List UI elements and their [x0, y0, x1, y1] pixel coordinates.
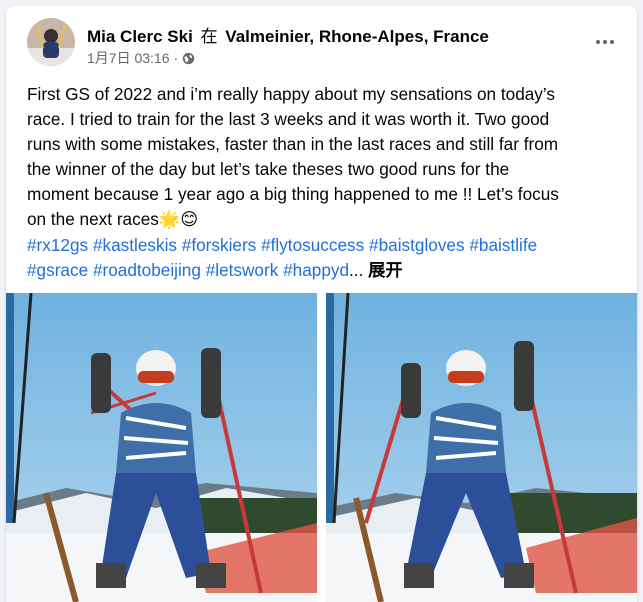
hashtag-link[interactable]: #happyd — [283, 260, 349, 280]
globe-icon[interactable] — [182, 52, 195, 65]
ski-racer-photo — [326, 293, 637, 602]
post-text-line: on the next races — [27, 209, 159, 229]
post-timestamp[interactable]: 1月7日 03:16 — [87, 48, 170, 68]
hashtag-link[interactable]: #baistgloves — [369, 235, 465, 255]
photo-grid — [6, 293, 637, 602]
post-card: Mia Clerc Ski 在 Valmeinier, Rhone-Alpes,… — [6, 6, 637, 602]
post-text-line: race. I tried to train for the last 3 we… — [27, 109, 550, 129]
hashtag-link[interactable]: #rx12gs — [27, 235, 88, 255]
ellipsis: ... — [349, 260, 364, 280]
post-text-line-last: on the next races🌟😊 — [27, 207, 617, 233]
post-text: First GS of 2022 and i’m really happy ab… — [27, 82, 617, 283]
emoji-text: 🌟😊 — [158, 210, 199, 230]
post-meta: 1月7日 03:16 · — [87, 48, 195, 68]
post-header: Mia Clerc Ski 在 Valmeinier, Rhone-Alpes,… — [6, 6, 637, 70]
post-photo-2[interactable] — [326, 293, 637, 602]
avatar[interactable] — [27, 18, 75, 66]
hashtag-link[interactable]: #kastleskis — [93, 235, 177, 255]
hashtag-text: #happyd — [283, 260, 350, 280]
post-text-line: runs with some mistakes, faster than in … — [27, 134, 559, 154]
more-options-icon[interactable] — [587, 24, 623, 60]
post-text-line: First GS of 2022 and i’m really happy ab… — [27, 84, 556, 104]
hashtag-link[interactable]: #gsrace — [27, 260, 88, 280]
meta-separator: · — [173, 50, 179, 66]
location-link[interactable]: Valmeinier, Rhone-Alpes, France — [225, 27, 489, 46]
hashtags-line-1: #rx12gs #kastleskis #forskiers #flytosuc… — [27, 233, 617, 258]
hashtags-line-2: #gsrace #roadtobeijing #letswork #happyd… — [27, 258, 617, 283]
post-text-line: the winner of the day but let’s take the… — [27, 159, 510, 179]
location-prefix: 在 — [200, 27, 218, 47]
post-photo-1[interactable] — [6, 293, 317, 602]
hashtag-link[interactable]: #letswork — [206, 260, 279, 280]
post-text-line: moment because 1 year ago a big thing ha… — [27, 184, 559, 204]
hashtag-link[interactable]: #roadtobeijing — [93, 260, 201, 280]
hashtag-link[interactable]: #flytosuccess — [261, 235, 364, 255]
see-more-link[interactable]: 展开 — [368, 260, 402, 280]
ski-racer-photo — [6, 293, 317, 602]
hashtag-link[interactable]: #forskiers — [182, 235, 257, 255]
author-name[interactable]: Mia Clerc Ski — [87, 27, 193, 46]
author-line: Mia Clerc Ski 在 Valmeinier, Rhone-Alpes,… — [87, 22, 489, 47]
hashtag-link[interactable]: #baistlife — [469, 235, 537, 255]
